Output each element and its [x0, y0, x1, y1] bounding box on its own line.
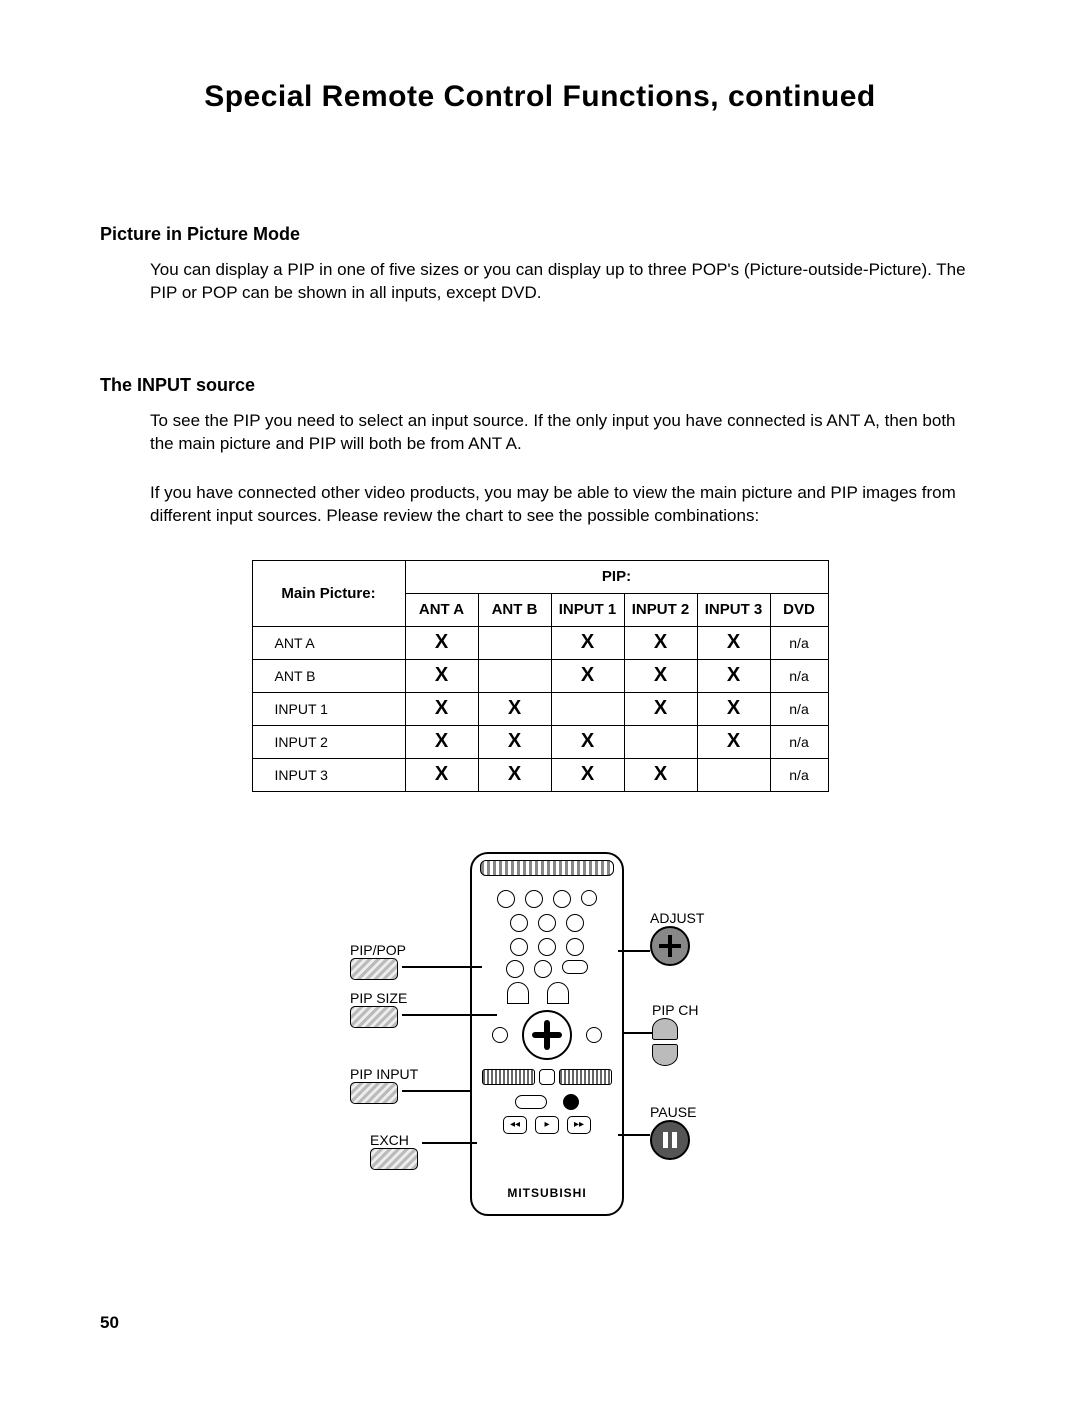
adjust-button-icon	[650, 926, 690, 966]
cell: X	[624, 626, 697, 659]
cell: X	[624, 659, 697, 692]
table-row: INPUT 2 X X X X n/a	[252, 725, 828, 758]
table-col-ant-a: ANT A	[405, 593, 478, 626]
callout-exch: EXCH	[370, 1132, 418, 1170]
pip-input-button-icon	[350, 1082, 398, 1104]
row-label: ANT B	[252, 659, 405, 692]
manual-page: Special Remote Control Functions, contin…	[0, 0, 1080, 1403]
table-corner-main-picture: Main Picture:	[252, 560, 405, 626]
table-row: ANT B X X X X n/a	[252, 659, 828, 692]
cell: X	[405, 758, 478, 791]
callout-pause: PAUSE	[650, 1104, 696, 1160]
callout-adjust: ADJUST	[650, 910, 704, 966]
table-header-pip: PIP:	[405, 560, 828, 593]
cell: n/a	[770, 692, 828, 725]
remote-brand-label: MITSUBISHI	[472, 1186, 622, 1200]
cell: X	[551, 758, 624, 791]
table-row: ANT A X X X X n/a	[252, 626, 828, 659]
section-heading-input-source: The INPUT source	[100, 375, 980, 396]
table-row: INPUT 1 X X X X n/a	[252, 692, 828, 725]
table-col-dvd: DVD	[770, 593, 828, 626]
section-heading-pip-mode: Picture in Picture Mode	[100, 224, 980, 245]
cell: X	[551, 725, 624, 758]
cell: X	[405, 692, 478, 725]
cell: X	[405, 659, 478, 692]
pip-pop-button-icon	[350, 958, 398, 980]
row-label: INPUT 2	[252, 725, 405, 758]
pip-ch-up-icon	[652, 1018, 678, 1040]
cell	[697, 758, 770, 791]
cell: X	[697, 659, 770, 692]
pause-button-icon	[650, 1120, 690, 1160]
callout-adjust-text: ADJUST	[650, 910, 704, 926]
cell: X	[551, 626, 624, 659]
input-source-body-1: To see the PIP you need to select an inp…	[150, 410, 970, 456]
callout-exch-text: EXCH	[370, 1132, 418, 1148]
callout-pip-input: PIP INPUT	[350, 1066, 418, 1104]
cell: X	[697, 626, 770, 659]
cell: X	[405, 725, 478, 758]
page-number: 50	[100, 1313, 119, 1333]
input-source-body-2: If you have connected other video produc…	[150, 482, 970, 528]
cell	[624, 725, 697, 758]
callout-pip-size-text: PIP SIZE	[350, 990, 407, 1006]
dpad-icon	[522, 1010, 572, 1060]
callout-pip-ch: PIP CH	[652, 1002, 698, 1066]
callout-pip-input-text: PIP INPUT	[350, 1066, 418, 1082]
remote-illustration: ◂◂▸▸▸ MITSUBISHI	[470, 852, 624, 1216]
table-col-input-1: INPUT 1	[551, 593, 624, 626]
cell: X	[624, 692, 697, 725]
table-row: INPUT 3 X X X X n/a	[252, 758, 828, 791]
cell: n/a	[770, 626, 828, 659]
row-label: INPUT 3	[252, 758, 405, 791]
row-label: INPUT 1	[252, 692, 405, 725]
cell: X	[697, 725, 770, 758]
callout-pip-ch-text: PIP CH	[652, 1002, 698, 1018]
pip-ch-down-icon	[652, 1044, 678, 1066]
cell: X	[405, 626, 478, 659]
cell: X	[551, 659, 624, 692]
table-col-input-2: INPUT 2	[624, 593, 697, 626]
callout-pip-size: PIP SIZE	[350, 990, 407, 1028]
table-col-input-3: INPUT 3	[697, 593, 770, 626]
cell: n/a	[770, 758, 828, 791]
cell: n/a	[770, 725, 828, 758]
cell	[478, 659, 551, 692]
cell: X	[697, 692, 770, 725]
table-body: ANT A X X X X n/a ANT B X X X X n/a INPU…	[252, 626, 828, 791]
callout-pip-pop: PIP/POP	[350, 942, 406, 980]
callout-pip-pop-text: PIP/POP	[350, 942, 406, 958]
pip-mode-body: You can display a PIP in one of five siz…	[150, 259, 970, 305]
pip-combination-table: Main Picture: PIP: ANT A ANT B INPUT 1 I…	[252, 560, 829, 792]
cell: X	[478, 725, 551, 758]
cell: X	[478, 758, 551, 791]
row-label: ANT A	[252, 626, 405, 659]
cell: X	[624, 758, 697, 791]
cell: n/a	[770, 659, 828, 692]
remote-diagram: ◂◂▸▸▸ MITSUBISHI PIP/POP PIP SIZE PIP IN…	[260, 852, 820, 1232]
pip-size-button-icon	[350, 1006, 398, 1028]
cell: X	[478, 692, 551, 725]
table-col-ant-b: ANT B	[478, 593, 551, 626]
page-title: Special Remote Control Functions, contin…	[100, 80, 980, 114]
callout-pause-text: PAUSE	[650, 1104, 696, 1120]
cell	[551, 692, 624, 725]
exch-button-icon	[370, 1148, 418, 1170]
cell	[478, 626, 551, 659]
